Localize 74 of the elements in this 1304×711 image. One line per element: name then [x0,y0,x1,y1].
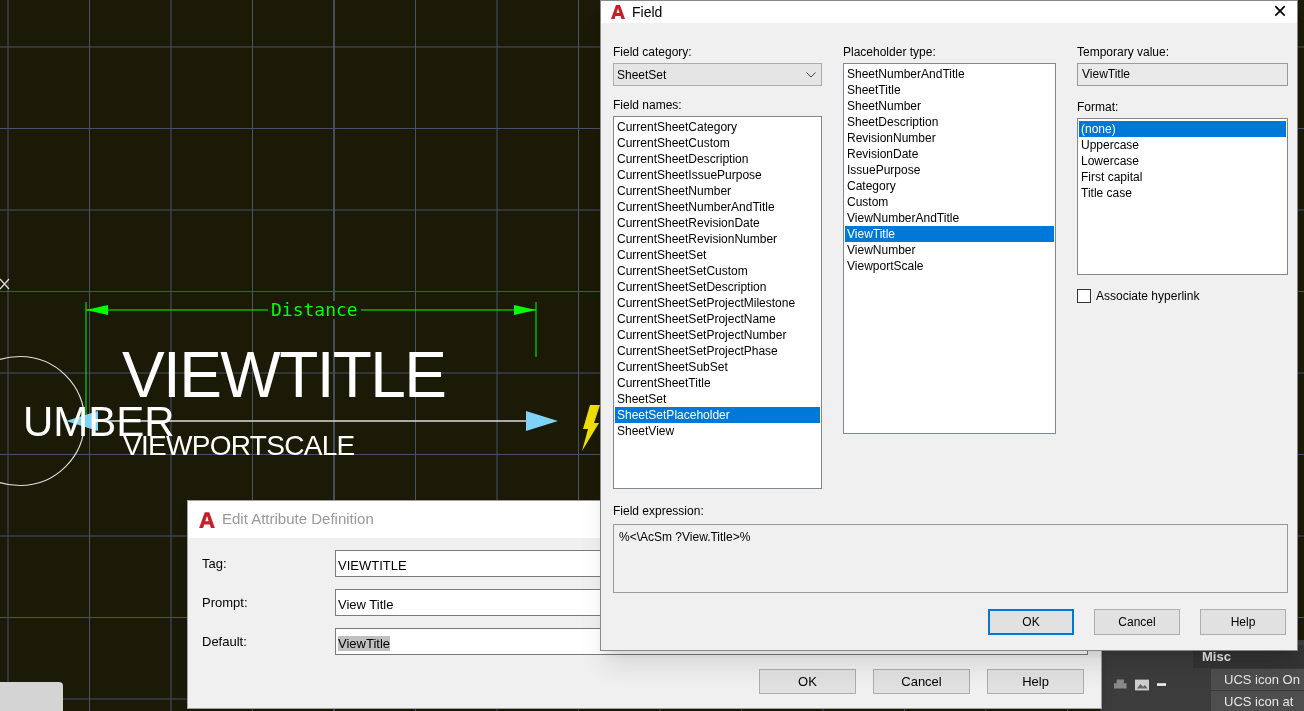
dialog-button[interactable]: Help [987,669,1084,694]
list-item[interactable]: CurrentSheetCustom [615,135,820,151]
list-item[interactable]: CurrentSheetSetProjectPhase [615,343,820,359]
field-label: Format: [1077,99,1120,115]
list-item[interactable]: CurrentSheetSetProjectMilestone [615,295,820,311]
field-label: Field category: [613,44,693,60]
field-label: Tag: [202,554,228,573]
list-item[interactable]: CurrentSheetSetProjectName [615,311,820,327]
field-label: Temporary value: [1077,44,1171,60]
close-button[interactable]: × [1273,0,1287,23]
list-item[interactable]: CurrentSheetTitle [615,375,820,391]
checkbox[interactable] [1077,289,1091,303]
expression-box[interactable]: %<\AcSm ?View.Title>% [613,524,1288,593]
list-item[interactable]: ViewTitle [845,226,1054,242]
list-item[interactable]: CurrentSheetRevisionDate [615,215,820,231]
field-label: Default: [202,632,248,651]
list-item[interactable]: CurrentSheetNumber [615,183,820,199]
dialog-button[interactable]: OK [988,609,1074,635]
list-item[interactable]: (none) [1079,121,1286,137]
list-item[interactable]: CurrentSheetSet [615,247,820,263]
dialog-button[interactable]: OK [759,669,856,694]
field-label: Prompt: [202,593,249,612]
list-item[interactable]: Title case [1079,185,1286,201]
list-item[interactable]: CurrentSheetRevisionNumber [615,231,820,247]
dialog-button[interactable]: Help [1200,609,1286,635]
print-icon[interactable] [1114,679,1127,691]
list-item[interactable]: Custom [845,194,1054,210]
app-logo-icon [610,4,626,20]
list-item[interactable]: SheetTitle [845,82,1054,98]
list-item[interactable]: CurrentSheetSubSet [615,359,820,375]
list-item[interactable]: Uppercase [1079,137,1286,153]
list-item[interactable]: CurrentSheetDescription [615,151,820,167]
minus-icon[interactable] [1157,683,1166,687]
app-logo-icon [198,510,216,529]
field-label: Field names: [613,97,683,113]
list-item[interactable]: SheetDescription [845,114,1054,130]
list-item[interactable]: SheetSet [615,391,820,407]
list-item[interactable]: Category [845,178,1054,194]
property-row[interactable]: UCS icon at [1211,689,1304,711]
checkbox-label: Associate hyperlink [1096,288,1200,305]
chevron-down-icon [806,71,816,78]
field-label: Field expression: [613,503,705,519]
list-item[interactable]: CurrentSheetIssuePurpose [615,167,820,183]
dimension-label: Distance [268,301,361,319]
list-item[interactable]: CurrentSheetNumberAndTitle [615,199,820,215]
input-field[interactable]: ViewTitle [1077,63,1288,86]
window-title: Field [632,2,663,22]
panel-background [0,682,63,711]
list-item[interactable]: IssuePurpose [845,162,1054,178]
list-item[interactable]: ViewNumberAndTitle [845,210,1054,226]
window-title: Edit Attribute Definition [222,509,374,530]
list-item[interactable]: SheetView [615,423,820,439]
drawing-text: VIEWTITLE [122,343,446,407]
dialog-button[interactable]: Cancel [873,669,970,694]
image-icon[interactable] [1134,679,1149,691]
lightning-icon [580,405,600,451]
property-row[interactable]: UCS icon On [1211,668,1304,690]
list-item[interactable]: SheetNumberAndTitle [845,66,1054,82]
list-item[interactable]: SheetNumber [845,98,1054,114]
list-item[interactable]: Lowercase [1079,153,1286,169]
list-item[interactable]: ViewportScale [845,258,1054,274]
list-item[interactable]: CurrentSheetSetProjectNumber [615,327,820,343]
dialog-button[interactable]: Cancel [1094,609,1180,635]
list-item[interactable]: First capital [1079,169,1286,185]
list-item[interactable]: CurrentSheetCategory [615,119,820,135]
list-item[interactable]: ViewNumber [845,242,1054,258]
close-icon [0,278,10,290]
list-item[interactable]: RevisionNumber [845,130,1054,146]
field-label: Placeholder type: [843,44,937,60]
list-item[interactable]: SheetSetPlaceholder [615,407,820,423]
list-item[interactable]: CurrentSheetSetDescription [615,279,820,295]
list-item[interactable]: RevisionDate [845,146,1054,162]
category-dropdown[interactable]: SheetSet [613,63,822,86]
list-item[interactable]: CurrentSheetSetCustom [615,263,820,279]
